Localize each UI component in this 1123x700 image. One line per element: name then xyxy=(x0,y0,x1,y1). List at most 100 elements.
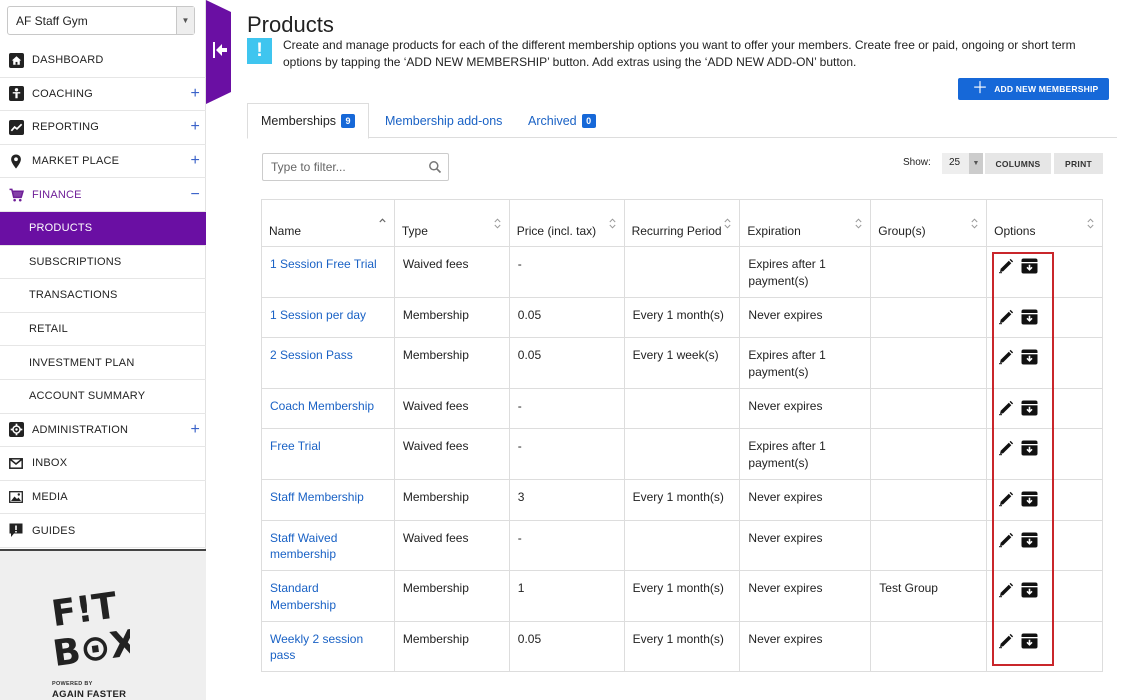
cell-name: Staff Waived membership xyxy=(261,519,395,572)
table-row: Free Trial Waived fees - Expires after 1 pa… xyxy=(261,428,1103,480)
sidebar-item-label: PRODUCTS xyxy=(29,222,93,235)
sidebar-item-label: DASHBOARD xyxy=(32,54,104,67)
archive-icon[interactable] xyxy=(1021,582,1038,598)
column-header-type[interactable]: Type xyxy=(393,199,510,247)
sidebar-item-label: MARKET PLACE xyxy=(32,155,120,168)
edit-pencil-icon[interactable] xyxy=(998,532,1014,548)
archive-icon[interactable] xyxy=(1021,532,1038,548)
row-actions xyxy=(995,438,1095,456)
expand-plus-icon[interactable]: + xyxy=(190,421,200,438)
column-header-expiration[interactable]: Expiration xyxy=(739,199,872,247)
row-actions xyxy=(995,530,1095,548)
edit-pencil-icon[interactable] xyxy=(998,491,1014,507)
expand-plus-icon[interactable]: + xyxy=(190,119,200,135)
sidebar-item-guides[interactable]: GUIDES xyxy=(0,514,206,548)
column-header-options[interactable]: Options xyxy=(986,199,1103,247)
edit-pencil-icon[interactable] xyxy=(998,309,1014,325)
cell-groups xyxy=(870,296,988,339)
cell-name: Weekly 2 session pass xyxy=(261,620,395,673)
cell-type: Waived fees xyxy=(393,428,510,480)
product-name-link[interactable]: 2 Session Pass xyxy=(270,348,353,362)
filter-input[interactable] xyxy=(262,153,449,181)
edit-pencil-icon[interactable] xyxy=(998,349,1014,365)
archive-icon[interactable] xyxy=(1021,349,1038,365)
cell-options xyxy=(986,387,1103,430)
cell-groups xyxy=(870,387,988,430)
product-name-link[interactable]: Weekly 2 session pass xyxy=(270,632,363,663)
edit-pencil-icon[interactable] xyxy=(998,400,1014,416)
sort-asc-icon xyxy=(379,218,386,223)
sidebar-item-retail[interactable]: RETAIL xyxy=(0,313,206,347)
cell-groups xyxy=(870,428,988,480)
cell-name: 2 Session Pass xyxy=(261,337,395,389)
column-header-recurring-period[interactable]: Recurring Period xyxy=(623,199,741,247)
product-name-link[interactable]: Staff Waived membership xyxy=(270,531,337,562)
add-new-membership-button[interactable]: ＋ ADD NEW MEMBERSHIP xyxy=(958,78,1109,100)
show-label: Show: xyxy=(903,157,931,168)
edit-pencil-icon[interactable] xyxy=(998,633,1014,649)
sidebar-item-dashboard[interactable]: DASHBOARD xyxy=(0,44,206,78)
cell-name: Coach Membership xyxy=(261,387,395,430)
table-row: 1 Session Free Trial Waived fees - Expires … xyxy=(261,246,1103,298)
page-size-select[interactable]: 25 ▼ xyxy=(942,153,983,174)
sidebar-item-transactions[interactable]: TRANSACTIONS xyxy=(0,279,206,313)
expand-plus-icon[interactable]: + xyxy=(190,153,200,169)
cell-expiration: Never expires xyxy=(739,620,872,673)
archive-icon[interactable] xyxy=(1021,491,1038,507)
archive-icon[interactable] xyxy=(1021,440,1038,456)
product-name-link[interactable]: Free Trial xyxy=(270,439,321,453)
archive-icon[interactable] xyxy=(1021,309,1038,325)
column-header-name[interactable]: Name xyxy=(261,199,395,247)
cell-type: Membership xyxy=(393,570,510,622)
gym-select[interactable]: AF Staff Gym ▼ xyxy=(7,6,195,35)
row-actions xyxy=(995,307,1095,325)
sidebar-collapse-button[interactable] xyxy=(206,0,231,104)
sidebar-item-media[interactable]: MEDIA xyxy=(0,481,206,515)
archive-icon[interactable] xyxy=(1021,258,1038,274)
product-name-link[interactable]: Standard Membership xyxy=(270,581,336,612)
columns-button[interactable]: COLUMNS xyxy=(985,153,1051,174)
collapse-arrow-icon xyxy=(206,0,231,104)
tab-label: Memberships xyxy=(261,114,337,128)
sidebar-item-investment-plan[interactable]: INVESTMENT PLAN xyxy=(0,346,206,380)
cart-icon xyxy=(8,187,24,203)
cell-type: Waived fees xyxy=(393,246,510,298)
sidebar-item-inbox[interactable]: INBOX xyxy=(0,447,206,481)
product-name-link[interactable]: Coach Membership xyxy=(270,399,374,413)
cell-price: - xyxy=(508,387,625,430)
cell-options xyxy=(986,428,1103,480)
cell-options xyxy=(986,478,1103,521)
edit-pencil-icon[interactable] xyxy=(998,582,1014,598)
tab-label: Archived xyxy=(528,113,577,128)
expand-plus-icon[interactable]: + xyxy=(190,85,200,102)
tab-archived[interactable]: Archived 0 xyxy=(528,103,596,138)
sidebar-item-administration[interactable]: ADMINISTRATION + xyxy=(0,414,206,448)
archive-icon[interactable] xyxy=(1021,633,1038,649)
collapse-minus-icon[interactable]: − xyxy=(190,186,200,203)
sidebar-item-coaching[interactable]: COACHING + xyxy=(0,78,206,112)
help-icon xyxy=(8,523,24,539)
product-name-link[interactable]: 1 Session Free Trial xyxy=(270,257,377,271)
column-header-groups[interactable]: Group(s) xyxy=(870,199,988,247)
product-name-link[interactable]: 1 Session per day xyxy=(270,308,366,322)
edit-pencil-icon[interactable] xyxy=(998,440,1014,456)
fitbox-logo: F!T B⊙X xyxy=(49,583,141,675)
edit-pencil-icon[interactable] xyxy=(998,258,1014,274)
table-row: Staff Membership Membership 3 Every 1 month… xyxy=(261,478,1103,521)
product-name-link[interactable]: Staff Membership xyxy=(270,490,364,504)
archive-icon[interactable] xyxy=(1021,400,1038,416)
sidebar-item-finance[interactable]: FINANCE − xyxy=(0,178,206,212)
tab-membership-add-ons[interactable]: Membership add-ons xyxy=(385,103,502,138)
page-description: Create and manage products for each of t… xyxy=(283,38,1076,69)
sidebar-item-products[interactable]: PRODUCTS xyxy=(0,211,206,246)
sidebar-item-label: INBOX xyxy=(32,457,68,470)
sidebar-item-market-place[interactable]: MARKET PLACE + xyxy=(0,145,206,179)
cell-recurring-period: Every 1 month(s) xyxy=(623,478,741,521)
sidebar-item-subscriptions[interactable]: SUBSCRIPTIONS xyxy=(0,246,206,280)
sidebar-item-account-summary[interactable]: ACCOUNT SUMMARY xyxy=(0,380,206,414)
column-header-price[interactable]: Price (incl. tax) xyxy=(508,199,625,247)
sidebar-item-reporting[interactable]: REPORTING + xyxy=(0,111,206,145)
print-button[interactable]: PRINT xyxy=(1054,153,1103,174)
tab-memberships[interactable]: Memberships 9 xyxy=(247,103,370,139)
cell-options xyxy=(986,246,1103,298)
